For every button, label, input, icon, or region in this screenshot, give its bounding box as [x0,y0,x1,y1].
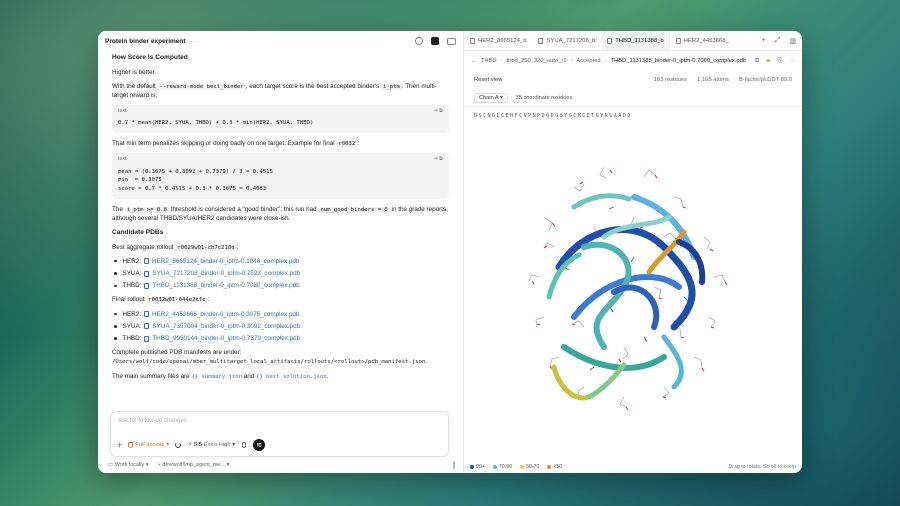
best-pdb-list: HER2: HER2_8665124_binder-0_iptm-0.1846_… [112,257,449,291]
pdb-link[interactable]: THBD_9950144_binder-0_iptm-0.7379_comple… [152,334,300,343]
copy-icon[interactable]: ⇥ ⧉ [433,108,443,116]
breadcrumb: ← THBD › thbd_250_320_auto_r1 › Accepted › … [471,57,795,65]
tab-her2-1[interactable]: HER2_8665124_b [464,31,532,50]
viewer-toolbar: Reset view 163 residues 1,165 atoms B-fa… [464,71,802,89]
more-options-icon[interactable]: ··· [191,38,201,45]
legend-item: 90+ [470,464,485,470]
pdb-link[interactable]: SYUA_7217208_binder-0_iptm-0.7523_comple… [152,269,300,278]
back-icon[interactable]: ← [471,58,477,64]
protein-structure [528,166,728,411]
pdb-link[interactable]: SYUA_7357004_binder-0_iptm-0.3092_comple… [152,322,300,331]
list-item: SYUA: SYUA_7357004_binder-0_iptm-0.3092_… [112,322,449,331]
summary-json-link[interactable]: {} summary.json [191,374,242,380]
branch-selector[interactable]: ⑂ dev/wolf/lmp_agent_me... ▾ [158,462,230,468]
legend-item: <50 [547,464,562,470]
chat-transcript: How Score Is Computed Higher is better. … [98,51,463,408]
scrollbar[interactable] [453,460,455,469]
final-rollout-label: Final rollout r0032w01-044e2cfc: [112,296,210,304]
higher-better-text: Higher is better. [112,68,157,76]
pdb-link[interactable]: HER2_4453668_binder-0_iptm-0.3075_comple… [152,310,299,319]
file-icon [144,258,150,265]
folder-icon[interactable]: ▰ [766,58,770,64]
chain-selector[interactable]: Chain A ▾ [474,92,508,103]
tab-thbd[interactable]: THBD_1131388_b [601,31,670,50]
pdb-viewer-pane: HER2_8665124_b SYUA_7217208_b THBD_11313… [464,31,802,473]
more-icon[interactable]: ··· [789,58,795,64]
copy-icon[interactable]: ⇥ ⧉ [433,156,443,164]
file-icon [470,37,475,44]
sequence-strip[interactable]: DSCNDLCEHFCVPNPDQPGSYSCMCETGYRLAADQ [464,107,802,125]
legend-item: 70-90 [492,464,512,470]
code-block-formula: text ⇥ ⧉ 0.7 * mean(HER2, SYUA, THBD) + … [112,104,449,134]
breadcrumb-item[interactable]: thbd_250_320_auto_r1 [507,58,567,64]
context-usage-icon[interactable] [175,442,182,448]
mic-icon[interactable] [242,442,247,448]
add-attachment-button[interactable]: + [117,440,122,450]
reward-mode-paragraph: With the default --reward-mode best_bind… [112,82,437,99]
file-icon [144,270,150,277]
interaction-hint: Drag to rotate. Scroll to zoom [728,464,796,470]
file-icon [144,311,150,318]
model-selector[interactable]: ⚡ 5.5 Extra High ▾ [188,442,235,448]
tab-syua[interactable]: SYUA_7217208_b [532,31,601,50]
candidates-heading: Candidate PDBs [112,228,164,236]
summary-paragraph: The main summary files are {} summary.js… [112,372,329,380]
min-term-paragraph: That min term penalizes skipping or doin… [112,140,359,148]
list-item: HER2: HER2_8665124_binder-0_iptm-0.1846_… [112,257,449,266]
file-tabs: HER2_8665124_b SYUA_7217208_b THBD_11313… [464,31,802,51]
pdb-link[interactable]: HER2_8665124_binder-0_iptm-0.1846_comple… [152,257,299,266]
voice-send-button[interactable]: ≋ [253,439,266,451]
chat-header: Protein binder experiment ··· [98,31,463,51]
tab-her2-2[interactable]: HER2_4453668_ [670,31,735,50]
protein-3d-canvas[interactable] [464,127,802,457]
chain-row: Chain A ▾ 35 coordinate residues [464,89,802,107]
copy-path-icon[interactable]: ⎘ [778,58,783,65]
list-item: HER2: HER2_4453668_binder-0_iptm-0.3075_… [112,310,449,319]
composer: Ask for follow-up changes + Full access … [110,411,449,457]
history-icon[interactable] [415,37,423,45]
list-item: THBD: THBD_9950144_binder-0_iptm-0.7379_… [112,334,449,343]
open-external-icon[interactable]: ⧉ [755,58,759,65]
chat-pane: Protein binder experiment ··· How Score … [98,31,464,473]
code-block-example: text ⇥ ⧉ mean = (0.3075 + 0.3092 + 0.737… [112,153,449,199]
file-icon [675,37,681,44]
terminal-icon[interactable] [431,37,439,45]
sidebar-toggle-icon[interactable] [447,37,456,45]
file-icon [538,37,544,44]
legend-item: 50-70 [520,464,539,470]
status-footer: ▭ Work locally ▾ ⑂ dev/wolf/lmp_agent_me… [108,459,455,470]
breadcrumb-item[interactable]: Accepted [576,58,600,64]
list-item: THBD: THBD_1131388_binder-0_iptm-0.7080_… [112,281,449,290]
sidebar-icon[interactable]: ▥ [789,37,796,45]
residue-count: 163 residues [653,77,688,83]
breadcrumb-current: THBD_1131388_binder-0_iptm-0.7080_comple… [610,58,747,64]
list-item: SYUA: SYUA_7217208_binder-0_iptm-0.7523_… [112,269,449,278]
app-window: Protein binder experiment ··· How Score … [98,31,802,473]
threshold-paragraph: The i_ptm >= 0.8 threshold is considered… [112,205,448,222]
followup-input[interactable]: Ask for follow-up changes [118,418,187,424]
plddt-legend: 90+ 70-90 50-70 <50 [470,464,562,470]
breadcrumb-item[interactable]: THBD [481,58,497,64]
expand-icon[interactable]: ⤢ [775,37,781,45]
file-icon [144,335,150,342]
atom-count: 1,165 atoms [697,77,729,83]
best-solution-link[interactable]: {} best_solution.json [256,374,327,380]
reset-view-button[interactable]: Reset view [474,77,502,83]
bfactor-value: B-factor/pLDDT 89.0 [738,77,792,83]
final-pdb-list: HER2: HER2_4453668_binder-0_iptm-0.3075_… [112,310,449,344]
file-icon [607,37,613,44]
new-tab-icon[interactable]: + [762,37,766,44]
pdb-link[interactable]: THBD_1131388_binder-0_iptm-0.7080_comple… [152,281,299,290]
access-dropdown[interactable]: Full access ▾ [128,442,169,448]
section-heading: How Score Is Computed [112,54,188,61]
chat-title: Protein binder experiment [105,37,186,45]
manifest-paragraph: Complete published PDB manifests are und… [112,349,427,366]
shield-icon [128,442,134,448]
work-locally-button[interactable]: ▭ Work locally ▾ [108,462,149,468]
coordinate-residues: 35 coordinate residues [515,94,573,101]
file-icon [144,323,150,330]
file-icon [144,282,150,289]
best-rollout-label: Best aggregate rollout r0029w01-cb7c210d… [112,243,239,251]
